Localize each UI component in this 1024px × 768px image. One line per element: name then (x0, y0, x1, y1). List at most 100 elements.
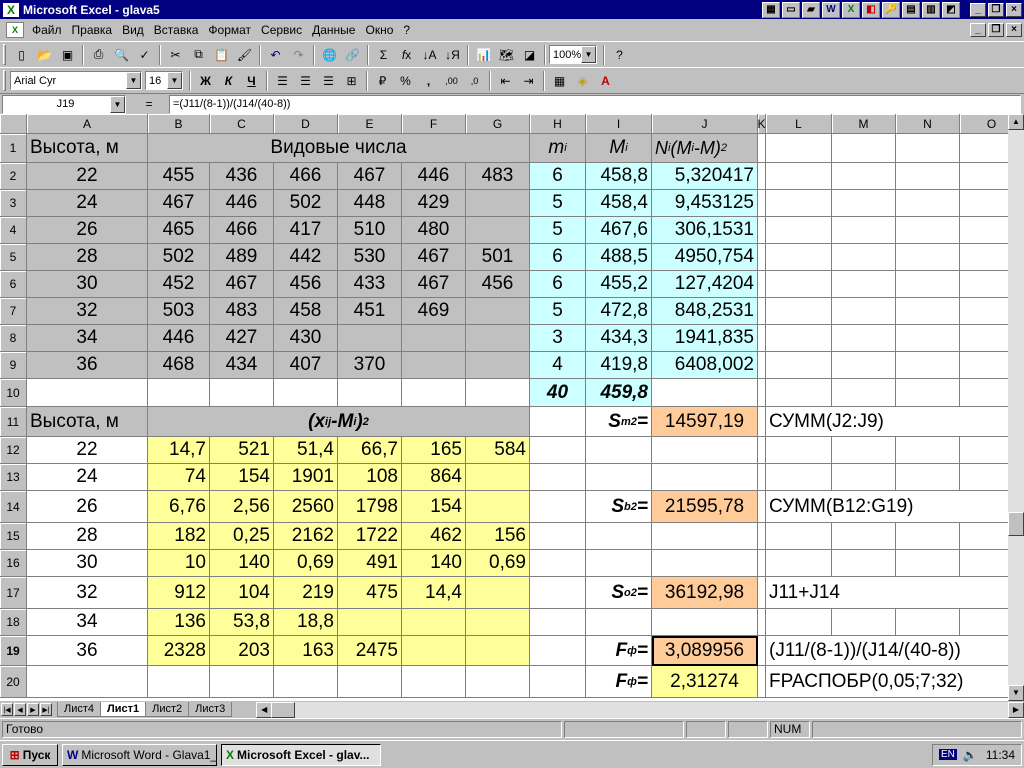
cell-mi[interactable]: 5 (530, 298, 586, 325)
cell-deviation[interactable]: 2162 (274, 523, 338, 550)
schedule-shortcut-icon[interactable]: ▥ (922, 1, 940, 18)
cell[interactable] (896, 437, 960, 464)
cell-species-number[interactable]: 407 (274, 352, 338, 379)
menu-data[interactable]: Данные (307, 23, 360, 37)
cell-mean-M[interactable]: 459,8 (586, 379, 652, 407)
cell-variance[interactable]: 127,4204 (652, 271, 758, 298)
cell[interactable] (832, 609, 896, 636)
doc-minimize-button[interactable]: _ (970, 23, 986, 37)
cell-deviation[interactable]: 140 (210, 550, 274, 577)
cell-deviation[interactable]: 51,4 (274, 437, 338, 464)
cell-species-number[interactable]: 467 (338, 163, 402, 190)
cell[interactable] (758, 190, 766, 217)
align-right-icon[interactable]: ☰ (317, 70, 340, 92)
cell[interactable] (758, 464, 766, 491)
formula-input[interactable]: =(J11/(8-1))/(J14/(40-8)) (169, 94, 1021, 114)
row-header[interactable]: 3 (0, 190, 27, 217)
cell-height[interactable]: 32 (27, 577, 148, 609)
column-header[interactable]: L (766, 114, 832, 134)
cell-deviation[interactable]: 0,25 (210, 523, 274, 550)
scroll-up-icon[interactable]: ▲ (1008, 114, 1024, 130)
cell[interactable] (766, 609, 832, 636)
cell[interactable] (960, 325, 1008, 352)
cell-deviation[interactable]: 912 (148, 577, 210, 609)
cell-species-number[interactable]: 436 (210, 163, 274, 190)
cell-deviation[interactable]: 136 (148, 609, 210, 636)
cell-species-number[interactable]: 483 (466, 163, 530, 190)
cell-deviation[interactable]: 165 (402, 437, 466, 464)
column-header[interactable]: O (960, 114, 1008, 134)
print-preview-icon[interactable]: 🔍 (110, 44, 133, 66)
hyperlink-icon[interactable]: 🔗 (341, 44, 364, 66)
cell[interactable] (586, 609, 652, 636)
cell-species-number[interactable]: 446 (402, 163, 466, 190)
cell-Mi[interactable]: 467,6 (586, 217, 652, 244)
cut-icon[interactable]: ✂ (164, 44, 187, 66)
cell-height[interactable]: 30 (27, 271, 148, 298)
cell[interactable] (758, 437, 766, 464)
cell[interactable] (586, 550, 652, 577)
prev-sheet-icon[interactable]: ◀ (14, 703, 26, 716)
cell-species-number[interactable] (402, 352, 466, 379)
cell[interactable] (766, 217, 832, 244)
align-center-icon[interactable]: ☰ (294, 70, 317, 92)
cell[interactable] (758, 609, 766, 636)
cell[interactable] (832, 163, 896, 190)
cell-deviation[interactable]: 2,56 (210, 491, 274, 523)
cell[interactable] (766, 379, 832, 407)
cell[interactable] (960, 379, 1008, 407)
excel-shortcut-icon[interactable]: X (842, 1, 860, 18)
row-header[interactable]: 10 (0, 379, 27, 407)
align-left-icon[interactable]: ☰ (271, 70, 294, 92)
menu-file[interactable]: Файл (27, 23, 67, 37)
cell[interactable] (758, 325, 766, 352)
cell-species-number[interactable]: 456 (466, 271, 530, 298)
cell-deviation[interactable] (466, 609, 530, 636)
cell-deviation[interactable]: 10 (148, 550, 210, 577)
scroll-right-icon[interactable]: ▶ (1008, 701, 1024, 718)
cell-deviation[interactable]: 154 (402, 491, 466, 523)
task-excel[interactable]: X Microsoft Excel - glav... (221, 743, 381, 766)
cell-stat-label[interactable]: Sm 2 = (586, 407, 652, 437)
increase-decimal-icon[interactable]: ,00 (440, 70, 463, 92)
row-header[interactable]: 8 (0, 325, 27, 352)
cell-mi[interactable]: 3 (530, 325, 586, 352)
tab-sheet3[interactable]: Лист3 (188, 702, 233, 717)
cell-species-number[interactable]: 467 (402, 271, 466, 298)
cell-r14-value[interactable]: 21595,78 (652, 491, 758, 523)
cell-species-number[interactable]: 468 (148, 352, 210, 379)
cell-stat-label[interactable]: So 2 = (586, 577, 652, 609)
row-header[interactable]: 2 (0, 163, 27, 190)
cell-deviation[interactable] (466, 491, 530, 523)
row-header[interactable]: 18 (0, 609, 27, 636)
active-cell[interactable]: 3,089956 (652, 636, 758, 666)
cell-deviation[interactable]: 521 (210, 437, 274, 464)
cell-deviation[interactable]: 864 (402, 464, 466, 491)
cell-species-number[interactable]: 448 (338, 190, 402, 217)
web-toolbar-icon[interactable]: 🌐 (318, 44, 341, 66)
excel-app-icon[interactable]: X (3, 2, 19, 17)
cell-height[interactable]: 22 (27, 437, 148, 464)
cell-deviation[interactable]: 1798 (338, 491, 402, 523)
scroll-thumb[interactable] (1008, 512, 1024, 536)
cell-species-number[interactable] (466, 217, 530, 244)
cell[interactable] (586, 523, 652, 550)
cell-height[interactable]: 36 (27, 352, 148, 379)
cell-deviation[interactable]: 108 (338, 464, 402, 491)
row-header[interactable]: 1 (0, 134, 27, 163)
cell-deviation[interactable]: 2328 (148, 636, 210, 666)
cell[interactable] (148, 379, 210, 407)
borders-icon[interactable]: ▦ (548, 70, 571, 92)
cell-deviation[interactable]: 163 (274, 636, 338, 666)
cell[interactable] (530, 550, 586, 577)
cell[interactable] (766, 550, 832, 577)
cell-deviation[interactable]: 154 (210, 464, 274, 491)
menu-edit[interactable]: Правка (67, 23, 118, 37)
cell-deviation[interactable]: 0,69 (466, 550, 530, 577)
tab-sheet2[interactable]: Лист2 (145, 702, 190, 717)
cell[interactable] (896, 244, 960, 271)
cell[interactable] (758, 379, 766, 407)
row-header[interactable]: 4 (0, 217, 27, 244)
cell[interactable] (402, 379, 466, 407)
column-header[interactable]: K (758, 114, 766, 134)
